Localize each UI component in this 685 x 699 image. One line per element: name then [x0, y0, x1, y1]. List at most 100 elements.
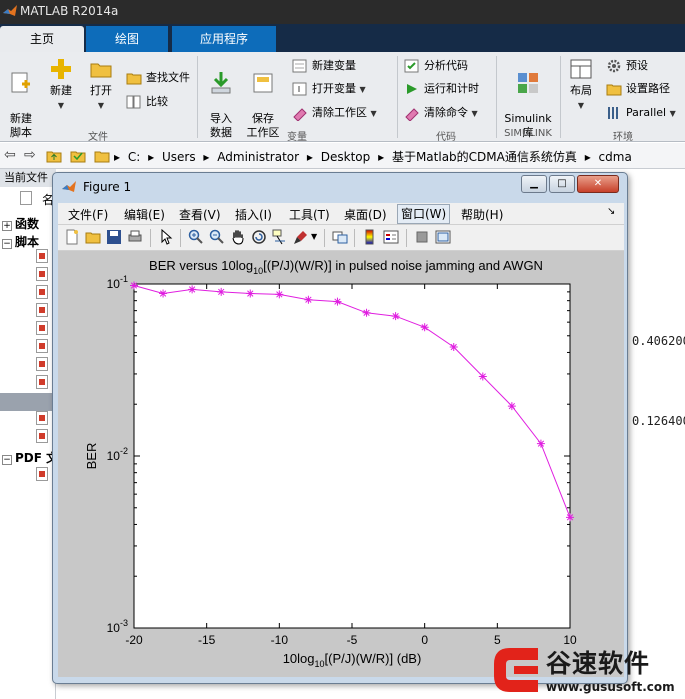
preferences-button[interactable]: 预设: [604, 56, 648, 76]
show-plot-tools-icon[interactable]: [435, 229, 451, 245]
hide-plot-tools-icon[interactable]: [414, 229, 430, 245]
new-figure-icon[interactable]: [64, 229, 80, 245]
breadcrumb-item[interactable]: cdma: [599, 150, 632, 164]
script-file-icon[interactable]: [36, 357, 48, 371]
output-value: 0.406200: [632, 334, 685, 348]
parallel-button[interactable]: Parallel ▼: [604, 103, 676, 123]
menu-dock-arrow-icon[interactable]: ↘: [607, 206, 615, 217]
script-file-icon[interactable]: [36, 429, 48, 443]
colorbar-icon[interactable]: [362, 229, 378, 245]
figure-window: Figure 1 ▁ □ ✕ 文件(F) 编辑(E) 查看(V) 插入(I) 工…: [52, 172, 628, 684]
menu-file[interactable]: 文件(F): [68, 206, 108, 223]
data-point-marker: [217, 287, 226, 296]
collapse-icon[interactable]: −: [2, 239, 12, 249]
breadcrumb-item[interactable]: Users: [162, 150, 196, 164]
script-file-icon[interactable]: [36, 249, 48, 263]
analyze-code-button[interactable]: 分析代码: [402, 56, 468, 76]
run-and-time-icon: [407, 84, 417, 94]
matlab-title-bar: MATLAB R2014a: [0, 0, 685, 24]
script-file-icon[interactable]: [36, 411, 48, 425]
close-button[interactable]: ✕: [577, 175, 619, 193]
run-and-time-button[interactable]: 运行和计时: [402, 79, 479, 99]
selected-row[interactable]: [0, 393, 56, 411]
script-file-icon[interactable]: [36, 267, 48, 281]
browse-folder-icon[interactable]: [70, 148, 86, 164]
save-icon[interactable]: [106, 229, 122, 245]
script-file-icon[interactable]: [36, 321, 48, 335]
maximize-button[interactable]: □: [549, 175, 575, 193]
open-file-icon[interactable]: [85, 229, 101, 245]
breadcrumb-separator: ▸: [203, 150, 210, 164]
script-file-icon[interactable]: [36, 285, 48, 299]
breadcrumb-separator: ▸: [378, 150, 385, 164]
back-arrow-icon[interactable]: ⇦: [4, 147, 16, 163]
new-button[interactable]: 新建 ▼: [44, 56, 78, 113]
zoom-out-icon[interactable]: [209, 229, 225, 245]
menu-insert[interactable]: 插入(I): [235, 206, 272, 223]
breadcrumb-item[interactable]: Administrator: [217, 150, 299, 164]
menu-edit[interactable]: 编辑(E): [124, 206, 165, 223]
ribbon-toolstrip: 新建 脚本 新建 ▼ 打开 ▼ 查找文件 比较 文件 导入 数据 保存 工作区 新建…: [0, 52, 685, 143]
ber-plot[interactable]: BER versus 10log10[(P/J)(W/R)] in pulsed…: [58, 251, 624, 677]
expand-icon[interactable]: +: [2, 221, 12, 231]
data-point-marker: [391, 312, 400, 321]
gususoft-logo-icon: [494, 648, 538, 692]
menu-desktop[interactable]: 桌面(D): [344, 206, 387, 223]
figure-canvas[interactable]: BER versus 10log10[(P/J)(W/R)] in pulsed…: [58, 251, 624, 677]
menu-tools[interactable]: 工具(T): [289, 206, 330, 223]
x-tick-label: -15: [198, 633, 216, 647]
tab-plots[interactable]: 绘图: [86, 26, 168, 52]
new-variable-button[interactable]: 新建变量: [290, 56, 356, 76]
matlab-logo-icon: [62, 181, 76, 192]
pointer-icon[interactable]: [158, 229, 174, 245]
data-point-marker: [420, 323, 429, 332]
clear-commands-button[interactable]: 清除命令 ▼: [402, 103, 478, 123]
data-point-marker: [188, 285, 197, 294]
pdf-file-icon[interactable]: [36, 467, 48, 481]
menu-window[interactable]: 窗口(W): [397, 204, 451, 224]
menu-view[interactable]: 查看(V): [179, 206, 221, 223]
breadcrumb-item[interactable]: Desktop: [321, 150, 371, 164]
clear-workspace-button[interactable]: 清除工作区 ▼: [290, 103, 377, 123]
group-label-simulink: SIMULINK: [504, 128, 552, 139]
breadcrumb-item[interactable]: C:: [128, 150, 140, 164]
tab-home[interactable]: 主页: [0, 26, 84, 52]
set-path-button[interactable]: 设置路径: [604, 79, 670, 99]
tab-apps[interactable]: 应用程序: [172, 26, 276, 52]
open-button[interactable]: 打开 ▼: [84, 56, 118, 113]
rotate-3d-icon[interactable]: [251, 229, 267, 245]
tree-item-scripts[interactable]: − 脚本: [2, 233, 39, 250]
tree-item-functions[interactable]: + 函数: [2, 215, 39, 232]
print-icon[interactable]: [127, 229, 143, 245]
script-file-icon[interactable]: [36, 375, 48, 389]
plot-axes[interactable]: [133, 283, 571, 629]
chevron-down-icon: ▼: [359, 85, 366, 94]
data-cursor-icon[interactable]: [272, 229, 288, 245]
figure-title-bar[interactable]: Figure 1 ▁ □ ✕: [53, 173, 627, 201]
open-variable-button[interactable]: 打开变量 ▼: [290, 79, 366, 99]
menu-help[interactable]: 帮助(H): [461, 206, 503, 223]
layout-button[interactable]: 布局 ▼: [564, 56, 598, 113]
zoom-in-icon[interactable]: [188, 229, 204, 245]
chevron-down-icon[interactable]: ▼: [311, 232, 317, 241]
up-folder-icon[interactable]: [46, 148, 62, 164]
link-plot-icon[interactable]: [332, 229, 348, 245]
brush-icon[interactable]: [293, 229, 309, 245]
script-file-icon[interactable]: [36, 303, 48, 317]
gear-icon: [607, 59, 621, 73]
script-file-icon[interactable]: [36, 339, 48, 353]
forward-arrow-icon[interactable]: ⇨: [24, 147, 36, 163]
minimize-button[interactable]: ▁: [521, 175, 547, 193]
matlab-logo-icon: [3, 5, 17, 16]
legend-icon[interactable]: [383, 229, 399, 245]
breadcrumb-separator: ▸: [114, 150, 121, 164]
tree-item-pdf[interactable]: − PDF 文: [2, 449, 58, 466]
compare-button[interactable]: 比较: [124, 92, 168, 112]
chevron-down-icon: ▼: [57, 101, 65, 110]
collapse-icon[interactable]: −: [2, 455, 12, 465]
pan-hand-icon[interactable]: [230, 229, 246, 245]
breadcrumb-item[interactable]: 基于Matlab的CDMA通信系统仿真: [392, 150, 577, 164]
y-tick-label: 10-1: [107, 274, 128, 291]
group-label-code: 代码: [436, 132, 456, 143]
find-files-button[interactable]: 查找文件: [124, 68, 190, 88]
